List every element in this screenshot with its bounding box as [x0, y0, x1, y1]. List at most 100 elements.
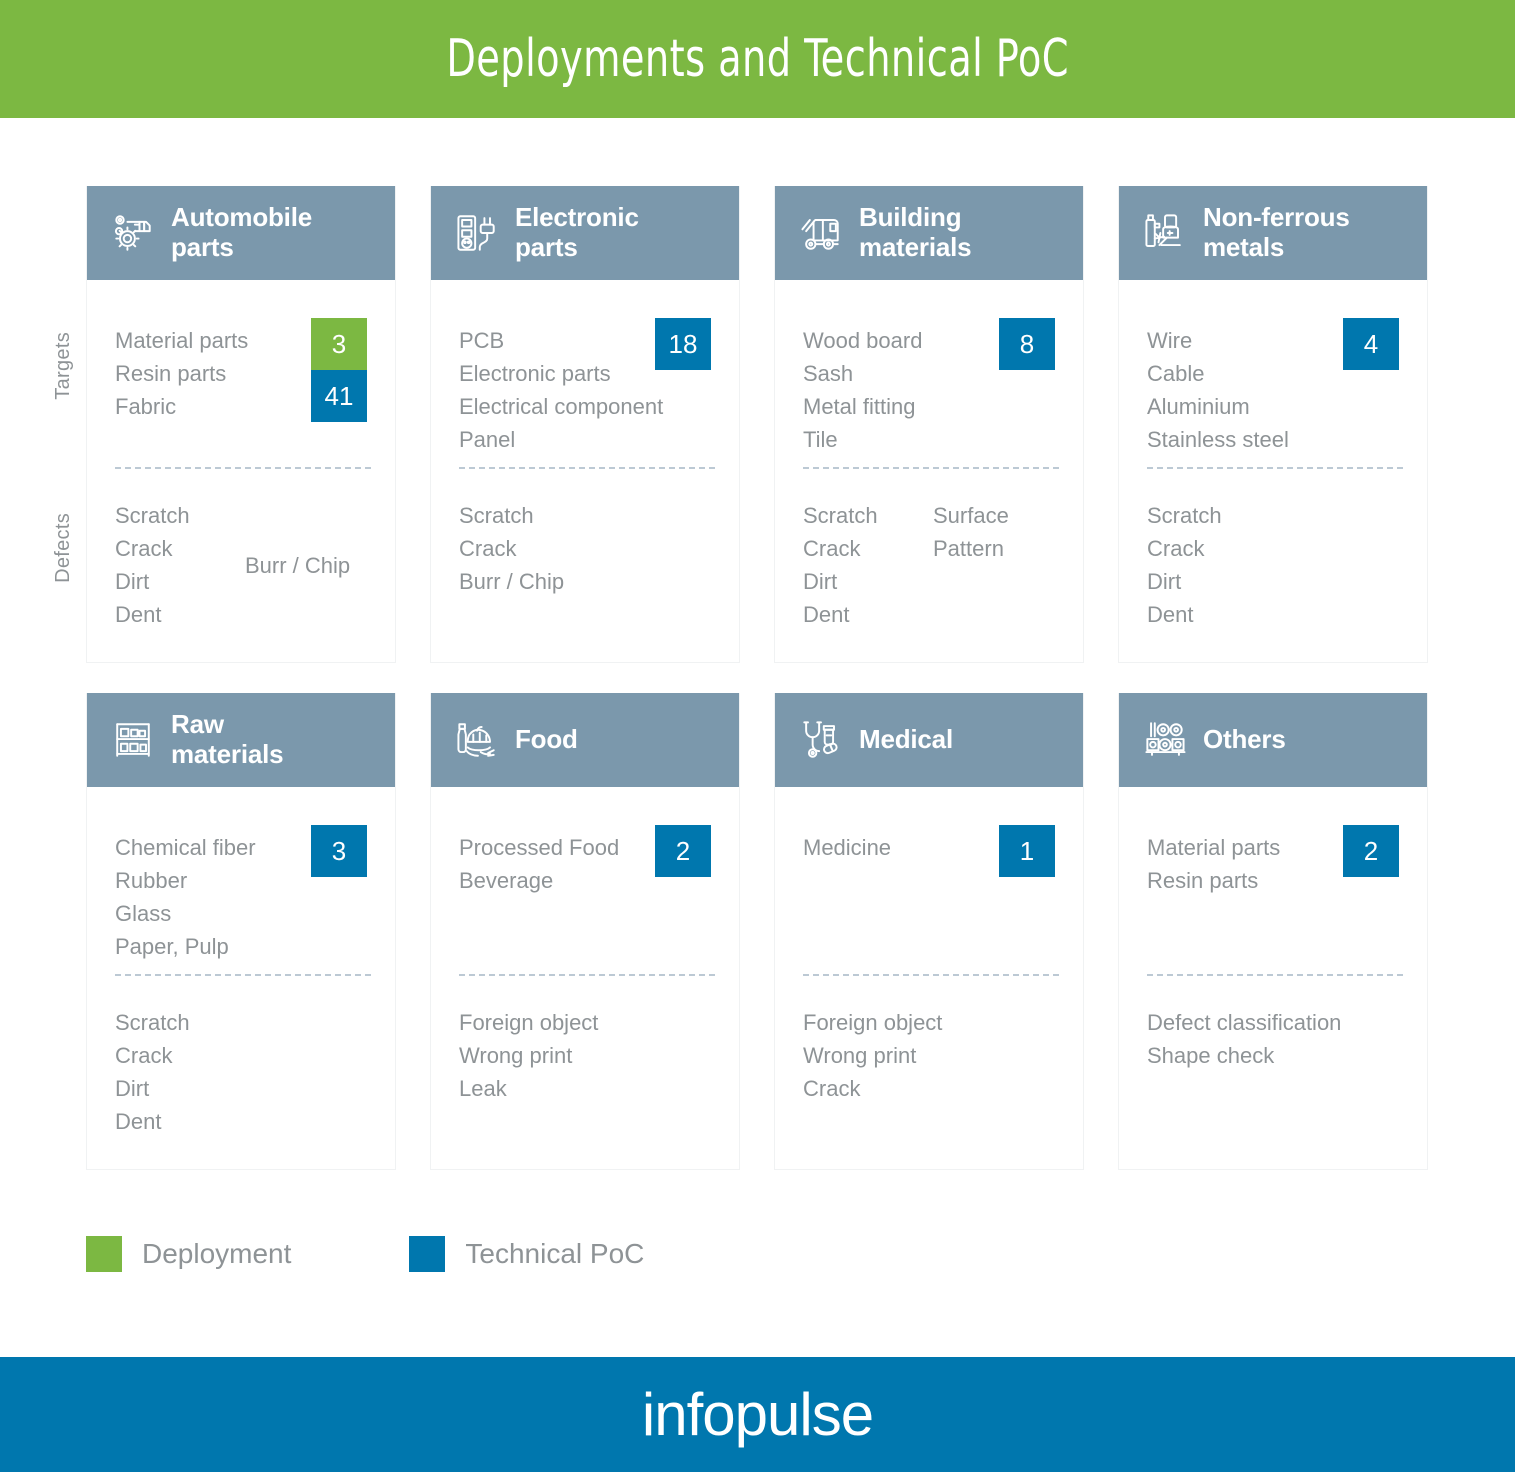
- targets-section: PCB Electronic parts Electrical component P…: [459, 280, 723, 467]
- defect-item: Crack: [803, 536, 861, 561]
- infopulse-logo: infopulse: [641, 1381, 874, 1448]
- card-title-line-2: parts: [171, 232, 234, 262]
- badge-stack: 3 41: [311, 318, 367, 422]
- legend-item: Deployment: [86, 1236, 291, 1272]
- infographic-page: Deployments and Technical PoC Targets De…: [0, 0, 1515, 1472]
- defects-section: Foreign object Wrong print Crack: [803, 976, 1067, 1105]
- defect-column-primary: Scratch Crack Dirt Dent: [115, 499, 245, 631]
- card-body: Wire Cable Aluminium Stainless steel 4 Scra…: [1119, 280, 1427, 662]
- legend-label: Technical PoC: [465, 1238, 645, 1269]
- defect-item: Dirt: [115, 1076, 150, 1101]
- card-title-line-1: Others: [1203, 724, 1286, 755]
- count-badge-technical-poc: 41: [311, 370, 367, 422]
- card-body: Chemical fiber Rubber Glass Paper, Pulp 3 S…: [87, 787, 395, 1169]
- defect-item: Defect classification: [1147, 1010, 1342, 1035]
- header-band: Deployments and Technical PoC: [0, 0, 1515, 118]
- defect-item: Burr / Chip: [245, 552, 351, 578]
- defect-column-primary: Scratch Crack Dirt Dent: [803, 499, 933, 631]
- targets-section: Material parts Resin parts 2: [1147, 787, 1411, 974]
- card-title: Building materials: [859, 202, 972, 263]
- badge-stack: 2: [655, 825, 711, 877]
- defect-item: Crack: [803, 1076, 861, 1101]
- card-title-line-1: Building: [859, 202, 962, 233]
- targets-section: Material parts Resin parts Fabric 3 41: [115, 280, 379, 467]
- axis-label-defects: Defects: [52, 513, 74, 583]
- target-item: Paper, Pulp: [115, 934, 229, 959]
- defect-column-primary: Defect classification Shape check: [1147, 1006, 1342, 1072]
- defects-section: Scratch Crack Dirt Dent: [1147, 469, 1411, 631]
- warehouse-shelf-icon: [105, 712, 161, 768]
- defect-item: Crack: [459, 536, 517, 561]
- card-title-line-1: Raw: [171, 709, 224, 740]
- defect-item: Dirt: [1147, 569, 1182, 594]
- badge-stack: 1: [999, 825, 1055, 877]
- badge-stack: 3: [311, 825, 367, 877]
- industry-card: Electronic parts PCB Electronic parts Elec…: [430, 186, 740, 663]
- count-badge-technical-poc: 2: [1343, 825, 1399, 877]
- targets-section: Processed Food Beverage 2: [459, 787, 723, 974]
- card-body: Material parts Resin parts 2 Defect class…: [1119, 787, 1427, 1169]
- defect-item: Dent: [115, 1109, 162, 1134]
- legend: Deployment Technical PoC: [86, 1236, 644, 1272]
- defect-item: Wrong print: [459, 1043, 573, 1068]
- count-badge-deployment: 3: [311, 318, 367, 370]
- card-title: Electronic parts: [515, 202, 639, 263]
- card-header: Building materials: [775, 186, 1083, 280]
- defects-section: Defect classification Shape check: [1147, 976, 1411, 1072]
- defect-item: Wrong print: [803, 1043, 917, 1068]
- defect-item: Dent: [803, 602, 850, 627]
- defect-item: Surface: [933, 503, 1009, 528]
- card-title-line-2: parts: [515, 232, 578, 262]
- sushi-tray-icon: [1137, 712, 1193, 768]
- industry-card: Automobile parts Material parts Resin par…: [86, 186, 396, 663]
- card-body: PCB Electronic parts Electrical component P…: [431, 280, 739, 662]
- defect-item: Crack: [1147, 536, 1205, 561]
- stethoscope-pills-icon: [793, 712, 849, 768]
- welder-icon: [1137, 205, 1193, 261]
- defect-column-secondary: Burr / Chip: [245, 499, 350, 631]
- target-item: Electrical component: [459, 394, 664, 419]
- footer-band: infopulse: [0, 1357, 1515, 1472]
- legend-label: Deployment: [142, 1238, 292, 1269]
- defect-item: Scratch: [803, 503, 878, 528]
- defect-item: Pattern: [933, 536, 1004, 561]
- page-title: Deployments and Technical PoC: [446, 29, 1069, 89]
- targets-section: Medicine 1: [803, 787, 1067, 974]
- defects-section: Foreign object Wrong print Leak: [459, 976, 723, 1105]
- targets-section: Wire Cable Aluminium Stainless steel 4: [1147, 280, 1411, 467]
- card-title-line-2: materials: [859, 232, 972, 262]
- defects-section: Scratch Crack Dirt Dent Burr / Chip: [115, 469, 379, 631]
- defect-item: Burr / Chip: [459, 569, 565, 594]
- target-item: Glass: [115, 901, 172, 926]
- legend-swatch-green: [86, 1236, 122, 1272]
- industry-card: Others Material parts Resin parts 2 Defec…: [1118, 693, 1428, 1170]
- defects-section: Scratch Crack Dirt Dent Surface Pattern: [803, 469, 1067, 631]
- count-badge-technical-poc: 1: [999, 825, 1055, 877]
- defect-item: Dirt: [803, 569, 838, 594]
- card-body: Medicine 1 Foreign object Wrong print Crac…: [775, 787, 1083, 1169]
- badge-stack: 8: [999, 318, 1055, 370]
- defect-column-primary: Scratch Crack Dirt Dent: [1147, 499, 1277, 631]
- card-body: Processed Food Beverage 2 Foreign object W…: [431, 787, 739, 1169]
- card-header: Others: [1119, 693, 1427, 787]
- defect-item: Crack: [115, 1043, 173, 1068]
- count-badge-technical-poc: 2: [655, 825, 711, 877]
- defect-column-primary: Scratch Crack Burr / Chip: [459, 499, 589, 598]
- defect-column-primary: Scratch Crack Dirt Dent: [115, 1006, 245, 1138]
- defect-column-primary: Foreign object Wrong print Crack: [803, 1006, 943, 1105]
- badge-stack: 4: [1343, 318, 1399, 370]
- card-header: Raw materials: [87, 693, 395, 787]
- card-header: Electronic parts: [431, 186, 739, 280]
- card-header: Non-ferrous metals: [1119, 186, 1427, 280]
- card-title: Food: [515, 724, 578, 755]
- card-grid: Automobile parts Material parts Resin par…: [86, 186, 1439, 1170]
- defect-item: Foreign object: [803, 1010, 943, 1035]
- power-strip-plug-icon: [449, 205, 505, 261]
- card-header: Automobile parts: [87, 186, 395, 280]
- card-header: Food: [431, 693, 739, 787]
- defect-item: Scratch: [115, 503, 190, 528]
- card-title: Raw materials: [171, 709, 284, 770]
- industry-card: Raw materials Chemical fiber Rubber Glass P…: [86, 693, 396, 1170]
- defects-section: Scratch Crack Dirt Dent: [115, 976, 379, 1138]
- gear-car-icon: [105, 205, 161, 261]
